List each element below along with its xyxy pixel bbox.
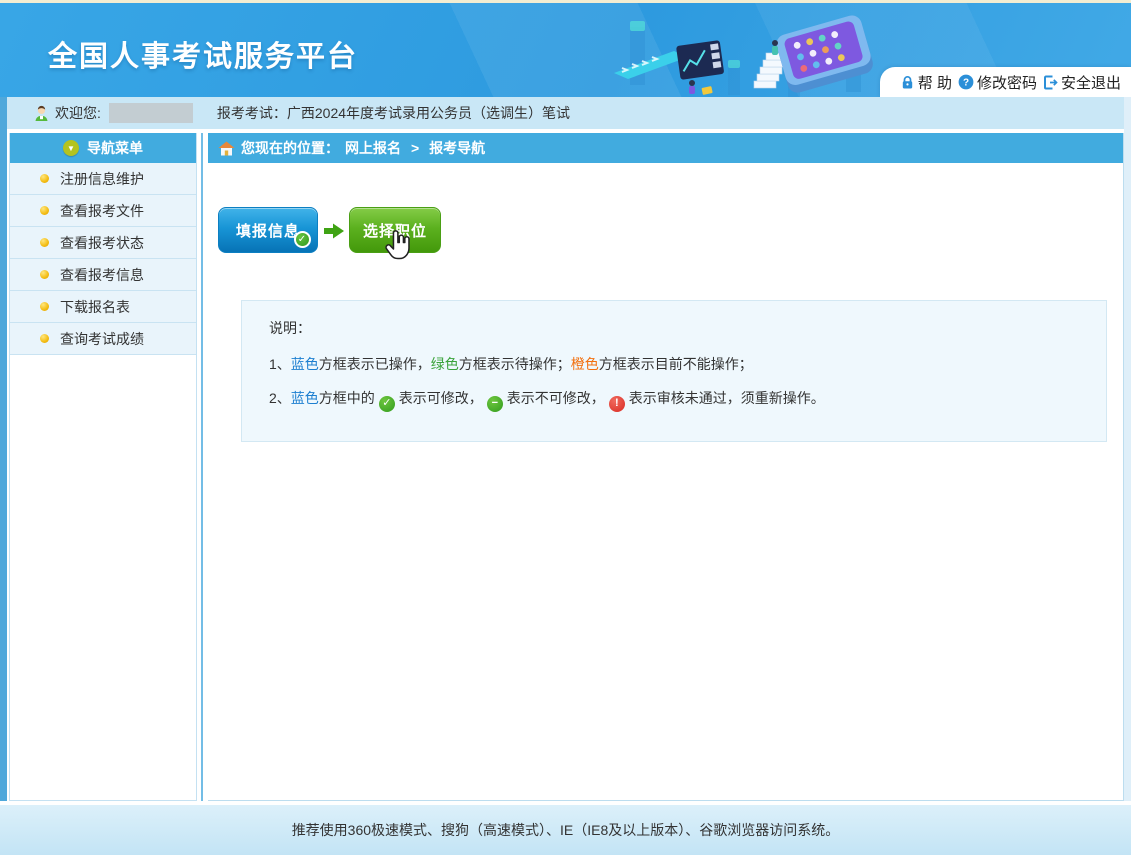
cursor-hand-icon	[382, 230, 416, 266]
question-icon: ?	[958, 74, 974, 90]
svg-text:?: ?	[963, 78, 969, 89]
user-name-redacted	[109, 103, 193, 123]
welcome-bar: 欢迎您: 报考考试：广西2024年度考试录用公务员（选调生）笔试	[7, 97, 1124, 129]
minus-circle-icon: −	[487, 396, 503, 412]
figure-on-stairs	[772, 40, 778, 55]
sidebar-item-registration-info[interactable]: 注册信息维护	[10, 163, 196, 195]
logout-icon	[1043, 75, 1058, 90]
sidebar-item-label: 查看报考文件	[60, 201, 144, 221]
chevron-down-icon: ▼	[63, 140, 79, 156]
breadcrumb-section: 网上报名	[345, 138, 401, 158]
figure-at-screen	[689, 80, 713, 95]
sidebar-item-label: 下载报名表	[60, 297, 130, 317]
warning-circle-icon: !	[609, 396, 625, 412]
home-icon	[218, 141, 235, 156]
notes-box: 说明： 1、蓝色方框表示已操作，绿色方框表示待操作；橙色方框表示目前不能操作； …	[241, 300, 1107, 442]
sidebar-menu: 注册信息维护 查看报考文件 查看报考状态 查看报考信息	[10, 163, 196, 355]
notes-line-1: 1、蓝色方框表示已操作，绿色方框表示待操作；橙色方框表示目前不能操作；	[269, 354, 1106, 374]
footer: 推荐使用360极速模式、搜狗（高速模式）、IE（IE8及以上版本）、谷歌浏览器访…	[0, 805, 1131, 855]
sidebar-item-view-application-status[interactable]: 查看报考状态	[10, 227, 196, 259]
check-circle-icon: ✓	[379, 396, 395, 412]
sidebar-title: 导航菜单	[87, 138, 143, 158]
content-area: 您现在的位置： 网上报名 > 报考导航 填报信息 ✓ 选择职位	[208, 133, 1124, 801]
help-label: 帮 助	[918, 72, 952, 93]
sidebar-empty-area	[10, 355, 196, 800]
sidebar-item-label: 查询考试成绩	[60, 329, 144, 349]
breadcrumb-prefix: 您现在的位置：	[241, 138, 339, 158]
sidebar-header: ▼ 导航菜单	[10, 133, 196, 163]
header-utility-links: 帮 助 ? 修改密码 安全退出	[880, 67, 1131, 97]
exam-info: 报考考试：广西2024年度考试录用公务员（选调生）笔试	[217, 103, 570, 123]
editable-check-badge: ✓	[294, 231, 311, 248]
help-link[interactable]: 帮 助	[900, 72, 952, 93]
note-text: 表示审核未通过，须重新操作。	[629, 390, 825, 406]
bullet-icon	[40, 238, 49, 247]
note-text: 表示不可修改，	[507, 390, 605, 406]
note-number: 2、	[269, 390, 291, 406]
sidebar-item-label: 查看报考信息	[60, 265, 144, 285]
welcome-greeting: 欢迎您:	[55, 103, 101, 123]
note-number: 1、	[269, 356, 291, 372]
header: 全国人事考试服务平台	[0, 3, 1131, 97]
main-area: ▼ 导航菜单 注册信息维护 查看报考文件 查看报考状态	[7, 129, 1124, 801]
breadcrumb: 您现在的位置： 网上报名 > 报考导航	[208, 133, 1123, 163]
page: 全国人事考试服务平台	[0, 0, 1131, 855]
change-password-link[interactable]: ? 修改密码	[958, 72, 1037, 93]
sidebar-item-download-registration-form[interactable]: 下载报名表	[10, 291, 196, 323]
notes-heading: 说明：	[269, 318, 1106, 338]
bullet-icon	[40, 334, 49, 343]
blue-word: 蓝色	[291, 390, 319, 406]
blue-word: 蓝色	[291, 356, 319, 372]
sidebar-item-query-exam-results[interactable]: 查询考试成绩	[10, 323, 196, 355]
sidebar-item-view-application-info[interactable]: 查看报考信息	[10, 259, 196, 291]
note-text: 方框表示目前不能操作；	[599, 356, 753, 372]
bullet-icon	[40, 174, 49, 183]
notes-line-2: 2、蓝色方框中的✓表示可修改，−表示不可修改，!表示审核未通过，须重新操作。	[269, 388, 1106, 412]
logout-link[interactable]: 安全退出	[1043, 72, 1121, 93]
logout-label: 安全退出	[1061, 72, 1121, 93]
note-text: 方框中的	[319, 390, 375, 406]
framed-body: 欢迎您: 报考考试：广西2024年度考试录用公务员（选调生）笔试 ▼ 导航菜单 …	[0, 97, 1131, 801]
lock-icon	[900, 75, 915, 90]
sidebar: ▼ 导航菜单 注册信息维护 查看报考文件 查看报考状态	[9, 133, 197, 801]
note-text: 方框表示待操作；	[459, 356, 571, 372]
sidebar-item-label: 查看报考状态	[60, 233, 144, 253]
header-illustration	[608, 7, 888, 97]
sidebar-item-label: 注册信息维护	[60, 169, 144, 189]
footer-text: 推荐使用360极速模式、搜狗（高速模式）、IE（IE8及以上版本）、谷歌浏览器访…	[292, 820, 840, 840]
arrow-right-icon	[324, 222, 344, 240]
sidebar-content-divider	[201, 133, 203, 801]
breadcrumb-current: 报考导航	[429, 138, 485, 158]
step-button-select-position[interactable]: 选择职位	[349, 207, 441, 253]
exam-prefix: 报考考试：	[217, 105, 287, 121]
step-label: 填报信息	[236, 220, 300, 241]
green-word: 绿色	[431, 356, 459, 372]
user-avatar-icon	[33, 105, 50, 122]
page-title: 全国人事考试服务平台	[48, 33, 358, 75]
bullet-icon	[40, 270, 49, 279]
breadcrumb-separator: >	[411, 140, 419, 156]
note-text: 方框表示已操作，	[319, 356, 431, 372]
bullet-icon	[40, 302, 49, 311]
step-flow: 填报信息 ✓ 选择职位	[218, 207, 1123, 257]
change-password-label: 修改密码	[977, 72, 1037, 93]
step-button-fill-info[interactable]: 填报信息 ✓	[218, 207, 318, 253]
exam-name: 广西2024年度考试录用公务员（选调生）笔试	[287, 105, 570, 121]
sidebar-item-view-exam-documents[interactable]: 查看报考文件	[10, 195, 196, 227]
note-text: 表示可修改，	[399, 390, 483, 406]
orange-word: 橙色	[571, 356, 599, 372]
bullet-icon	[40, 206, 49, 215]
